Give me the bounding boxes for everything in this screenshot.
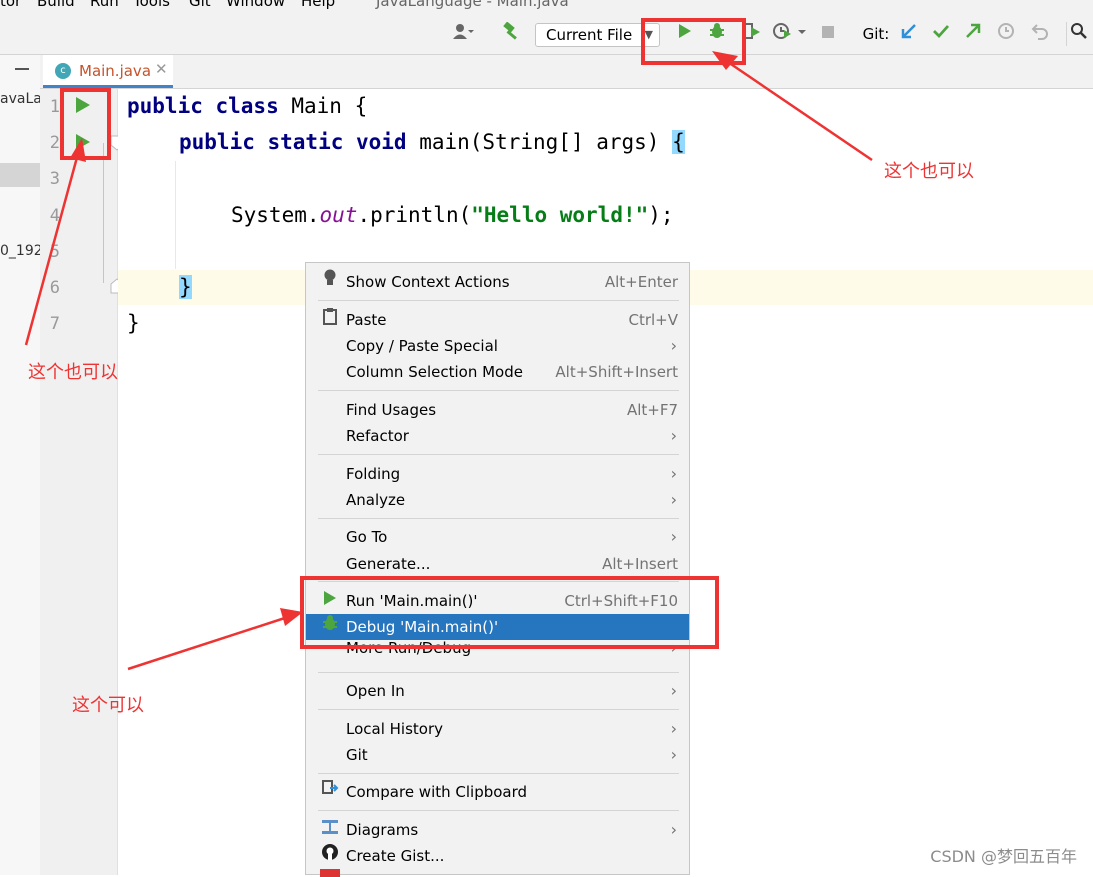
- watermark: CSDN @梦回五百年: [930, 847, 1077, 866]
- annotation-note-bottom: 这个可以: [72, 695, 144, 716]
- annotation-note-left: 这个也可以: [28, 362, 118, 383]
- annotation-arrows: [24, 51, 873, 671]
- annotation-note-top-right: 这个也可以: [884, 161, 974, 182]
